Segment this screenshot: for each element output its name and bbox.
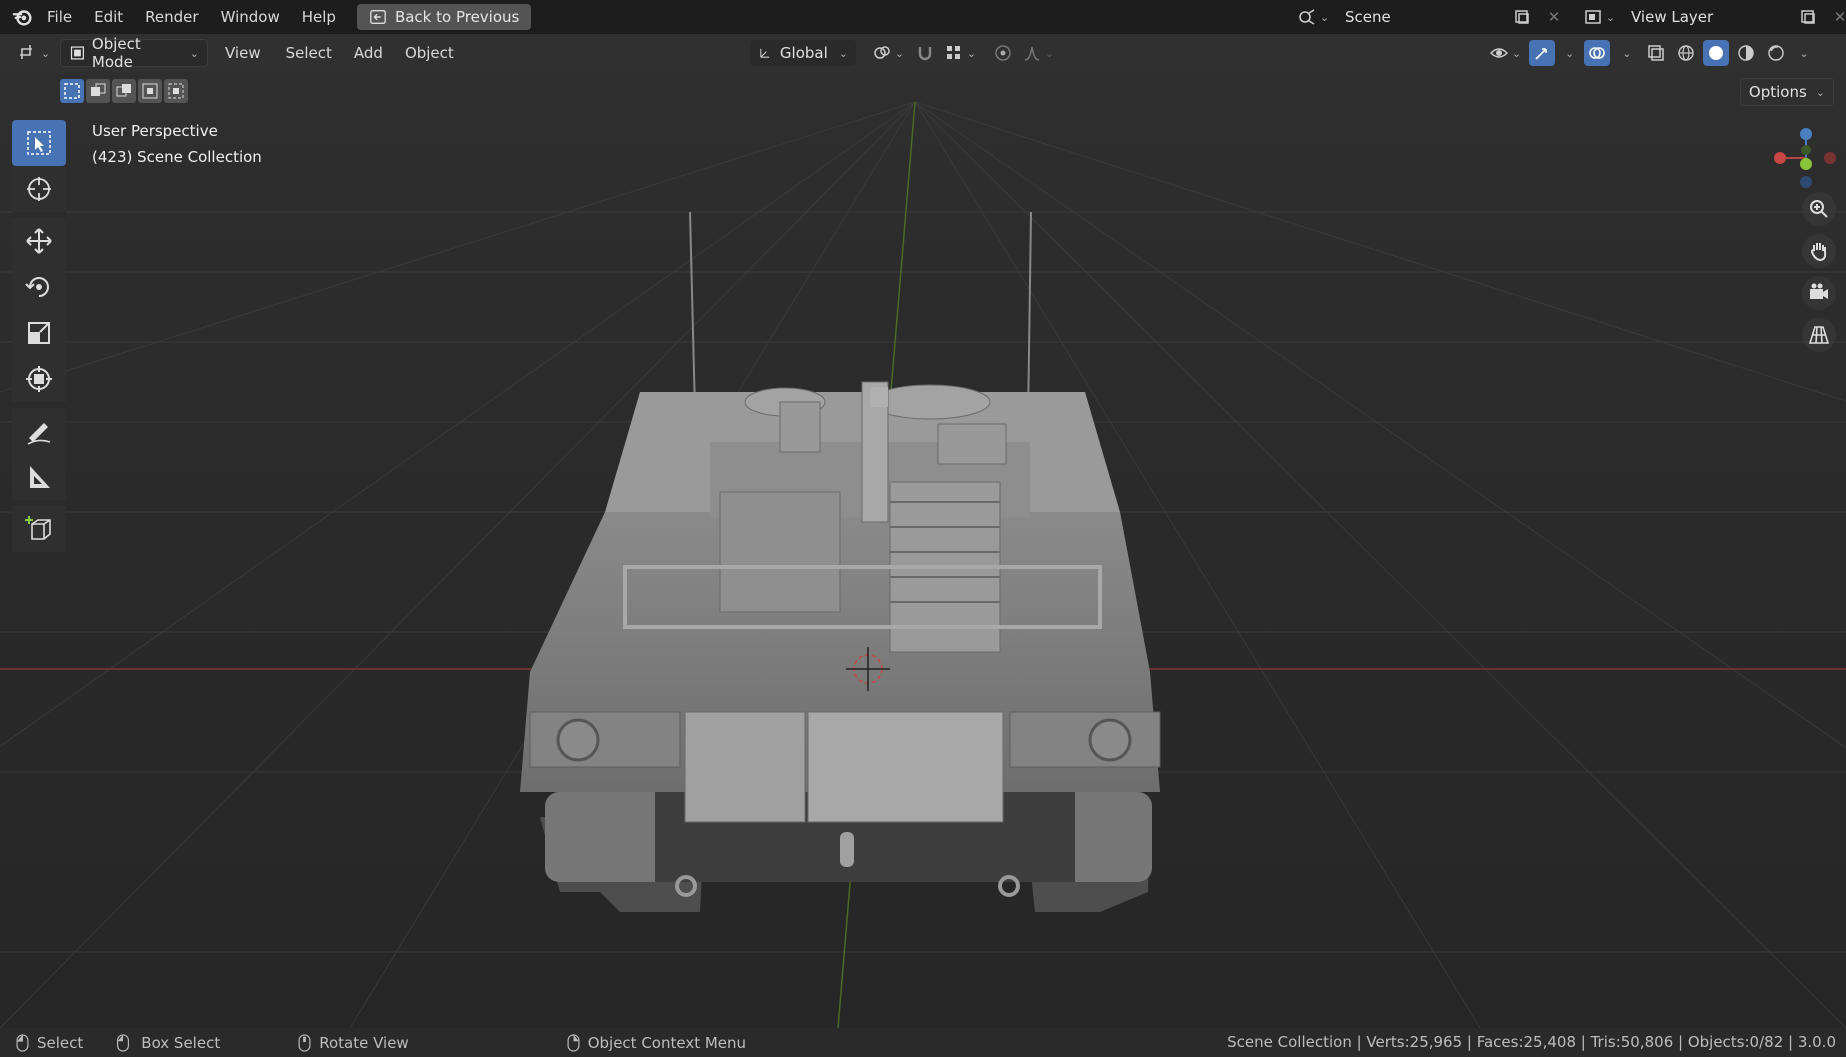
- select-subtract-icon[interactable]: [112, 79, 136, 103]
- back-to-previous-label: Back to Previous: [394, 8, 520, 26]
- header-view-menu[interactable]: View: [214, 40, 272, 66]
- orientation-label: Global: [779, 44, 828, 62]
- mouse-middle-icon: [298, 1033, 311, 1052]
- options-label: Options: [1748, 83, 1807, 101]
- select-intersect-icon[interactable]: [164, 79, 188, 103]
- viewport-scene: [0, 72, 1846, 1028]
- rotate-tool[interactable]: [12, 264, 66, 310]
- select-box-tool[interactable]: [12, 120, 66, 166]
- overlays-toggle-icon[interactable]: [1584, 40, 1611, 66]
- status-select-label: Select: [37, 1033, 84, 1052]
- rotate-icon: [25, 277, 49, 297]
- menu-file[interactable]: File: [36, 0, 83, 34]
- cursor-tool[interactable]: [12, 166, 66, 212]
- menu-window[interactable]: Window: [210, 0, 291, 34]
- scene-name-field[interactable]: Scene: [1337, 4, 1503, 30]
- snap-target-icon[interactable]: ⌄: [942, 40, 978, 66]
- tool-shelf: [12, 120, 66, 552]
- top-menu-bar: File Edit Render Window Help Back to Pre…: [0, 0, 1846, 34]
- options-dropdown[interactable]: Options ⌄: [1739, 78, 1834, 106]
- visibility-icon[interactable]: ⌄: [1485, 40, 1525, 66]
- close-view-layer-icon[interactable]: ✕: [1827, 4, 1846, 30]
- select-cursor-icon: [27, 131, 51, 155]
- status-scene-stats: Scene Collection | Verts:25,965 | Faces:…: [1227, 1033, 1836, 1051]
- menu-help[interactable]: Help: [291, 0, 347, 34]
- header-object-menu[interactable]: Object: [397, 40, 462, 66]
- view-layer-name: View Layer: [1631, 8, 1714, 26]
- select-extend-icon[interactable]: [86, 79, 110, 103]
- blender-logo-icon[interactable]: [10, 4, 36, 30]
- hand-icon[interactable]: [1802, 234, 1836, 268]
- move-tool[interactable]: [12, 218, 66, 264]
- status-box-select-label: Box Select: [141, 1033, 221, 1052]
- mode-dropdown[interactable]: Object Mode ⌄: [60, 35, 208, 71]
- viewport-header: ⌄ Object Mode ⌄ View Select Add Object Gl…: [0, 34, 1846, 72]
- shading-dropdown-icon[interactable]: ⌄: [1799, 47, 1808, 60]
- pivot-point-icon[interactable]: ⌄: [868, 40, 908, 66]
- grid-icon[interactable]: [1802, 318, 1836, 352]
- view-layer-field[interactable]: View Layer: [1623, 4, 1789, 30]
- back-to-previous-button[interactable]: Back to Previous: [356, 4, 532, 30]
- status-rotate-view-label: Rotate View: [319, 1033, 409, 1052]
- back-icon: [370, 10, 386, 24]
- navigation-gizmo[interactable]: [1766, 120, 1846, 200]
- add-cube-icon: [25, 516, 51, 540]
- mouse-drag-icon: [117, 1033, 130, 1052]
- mouse-right-icon: [567, 1033, 580, 1052]
- editor-type-icon[interactable]: ⌄: [14, 40, 54, 66]
- 3d-viewport[interactable]: User Perspective (423) Scene Collection …: [0, 72, 1846, 1028]
- select-mode-group: [60, 79, 188, 103]
- scale-tool[interactable]: [12, 310, 66, 356]
- material-shading-icon[interactable]: [1733, 40, 1759, 66]
- proportional-edit-icon[interactable]: [990, 40, 1016, 66]
- zoom-icon[interactable]: [1802, 192, 1836, 226]
- menu-edit[interactable]: Edit: [83, 0, 134, 34]
- rendered-shading-icon[interactable]: [1763, 40, 1789, 66]
- wireframe-shading-icon[interactable]: [1673, 40, 1699, 66]
- scene-selector-icon[interactable]: ⌄: [1295, 4, 1331, 30]
- xray-toggle-icon[interactable]: [1643, 40, 1669, 66]
- gizmo-toggle-icon[interactable]: [1529, 40, 1555, 66]
- annotate-icon: [27, 423, 51, 445]
- viewport-collection-label: (423) Scene Collection: [92, 148, 262, 166]
- select-invert-icon[interactable]: [138, 79, 162, 103]
- object-mode-icon: [70, 46, 85, 60]
- mode-label: Object Mode: [91, 35, 141, 71]
- cursor-icon: [27, 177, 51, 201]
- measure-tool[interactable]: [12, 454, 66, 500]
- new-view-layer-icon[interactable]: [1795, 4, 1821, 30]
- close-scene-icon[interactable]: ✕: [1541, 4, 1567, 30]
- menu-render[interactable]: Render: [134, 0, 209, 34]
- status-context-menu-label: Object Context Menu: [587, 1033, 747, 1052]
- camera-icon[interactable]: [1802, 276, 1836, 310]
- scene-name: Scene: [1345, 8, 1391, 26]
- move-icon: [26, 228, 52, 254]
- solid-shading-icon[interactable]: [1703, 40, 1730, 66]
- gizmo-dropdown-icon[interactable]: ⌄: [1565, 47, 1574, 60]
- measure-icon: [30, 466, 50, 488]
- snap-toggle-icon[interactable]: [912, 40, 938, 66]
- status-bar: Select Box Select Rotate View Object Con…: [0, 1028, 1846, 1057]
- add-cube-tool[interactable]: [12, 506, 66, 552]
- annotate-tool[interactable]: [12, 408, 66, 454]
- mouse-left-icon: [16, 1033, 29, 1052]
- scale-icon: [28, 322, 50, 344]
- transform-icon: [26, 366, 52, 392]
- new-scene-icon[interactable]: [1509, 4, 1535, 30]
- header-select-menu[interactable]: Select: [278, 40, 340, 66]
- transform-orientation-dropdown[interactable]: Global ⌄: [750, 40, 856, 66]
- viewport-perspective-label: User Perspective: [92, 122, 218, 140]
- view-layer-selector-icon[interactable]: ⌄: [1581, 4, 1617, 30]
- transform-tool[interactable]: [12, 356, 66, 402]
- falloff-icon[interactable]: ⌄: [1020, 40, 1056, 66]
- select-new-icon[interactable]: [60, 79, 84, 103]
- header-add-menu[interactable]: Add: [346, 40, 391, 66]
- overlays-dropdown-icon[interactable]: ⌄: [1622, 47, 1631, 60]
- orientation-icon: [760, 48, 770, 58]
